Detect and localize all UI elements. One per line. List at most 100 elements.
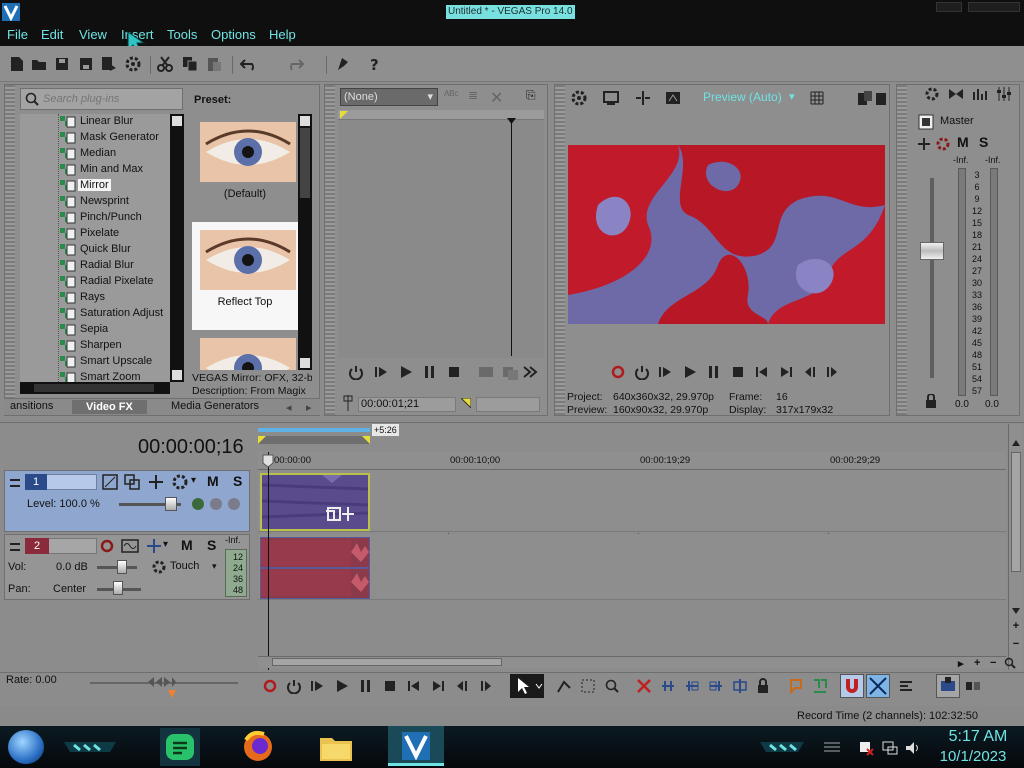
plugin-list-item[interactable]: Sharpen <box>20 338 170 354</box>
zoom-out-vertical-icon[interactable]: − <box>1010 638 1022 650</box>
next-frame-icon[interactable] <box>824 364 840 380</box>
taskbar-app-vegas-icon[interactable] <box>388 726 444 766</box>
scroll-right-icon[interactable]: ▸ <box>958 657 964 670</box>
vscroll-thumb[interactable] <box>1011 452 1021 572</box>
video-track-header[interactable]: 1 ▾ M S Level: 100.0 % <box>4 470 250 532</box>
selection-edit-tool-icon[interactable] <box>580 678 596 694</box>
play-from-start-icon[interactable] <box>658 364 674 380</box>
render-as-icon[interactable] <box>100 55 118 73</box>
preset-item-next[interactable] <box>192 330 298 370</box>
zoom-tool-icon[interactable] <box>1004 657 1016 669</box>
play-icon[interactable] <box>334 678 350 694</box>
taskbar-app-notes-icon[interactable] <box>160 728 200 766</box>
automation-mode[interactable]: Touch <box>170 560 199 572</box>
start-menu-button[interactable] <box>8 730 44 764</box>
panel-grip[interactable] <box>897 85 907 415</box>
volume-slider-thumb[interactable] <box>117 560 127 574</box>
go-to-end-icon[interactable] <box>778 364 794 380</box>
scroll-down-icon[interactable] <box>1011 606 1021 616</box>
taskbar-clock-date[interactable]: 10/1/2023 <box>930 748 1016 765</box>
plugin-list-item[interactable]: Newsprint <box>20 194 170 210</box>
rate-slider-thumb[interactable] <box>146 676 178 700</box>
master-properties-gear-icon[interactable] <box>924 86 940 102</box>
volume-icon[interactable] <box>904 740 922 756</box>
redo-icon[interactable] <box>286 55 304 73</box>
chevron-down-icon[interactable]: ▾ <box>163 539 168 550</box>
master-solo-button[interactable]: S <box>979 134 988 150</box>
event-pan-crop-icon[interactable] <box>326 505 358 523</box>
lock-envelopes-icon[interactable] <box>936 674 960 698</box>
copy-snapshot-icon[interactable] <box>856 89 874 107</box>
stop-icon[interactable] <box>382 678 398 694</box>
tab-media-generators[interactable]: Media Generators <box>171 400 259 412</box>
enable-snapping-icon[interactable] <box>334 55 352 73</box>
compositing-mode-icon[interactable] <box>123 473 141 491</box>
envelope-edit-tool-icon[interactable] <box>556 678 572 694</box>
chevron-down-icon[interactable]: ▾ <box>191 475 196 486</box>
plugin-list-item[interactable]: Linear Blur <box>20 114 170 130</box>
arm-for-record-icon[interactable] <box>99 538 115 554</box>
track1-mute-button[interactable]: M <box>207 473 219 489</box>
pause-icon[interactable] <box>706 364 722 380</box>
save-snapshot-icon[interactable] <box>876 89 886 107</box>
menu-edit[interactable]: Edit <box>41 27 63 42</box>
timeline-ruler[interactable]: 00:00:00 00:00:10;00 00:00:19;29 00:00:2… <box>258 452 1006 470</box>
audio-event-clip[interactable] <box>260 537 370 599</box>
show-desktop-icon[interactable] <box>822 740 842 754</box>
minimize-button[interactable] <box>936 2 962 12</box>
preset-scrollbar[interactable] <box>298 114 312 370</box>
plugin-list-item[interactable]: Pixelate <box>20 226 170 242</box>
in-marker-icon[interactable] <box>340 111 348 119</box>
save-as-icon[interactable] <box>77 55 95 73</box>
zoom-out-icon[interactable]: − <box>990 657 996 669</box>
lock-event-icon[interactable] <box>756 678 770 694</box>
stop-icon[interactable] <box>730 364 746 380</box>
panel-grip[interactable] <box>555 85 565 415</box>
split-icon[interactable] <box>732 678 748 694</box>
delete-icon[interactable]: ✕ <box>490 88 503 108</box>
previous-frame-icon[interactable] <box>802 364 818 380</box>
paste-icon[interactable] <box>205 55 223 73</box>
network-icon[interactable] <box>882 740 898 756</box>
window-controls[interactable] <box>968 2 1020 12</box>
menu-help[interactable]: Help <box>269 27 296 42</box>
trim-end-icon[interactable] <box>708 678 724 694</box>
new-file-icon[interactable] <box>8 55 26 73</box>
plugin-list-item[interactable]: Smart Zoom <box>20 370 170 382</box>
plugin-list-item[interactable]: Quick Blur <box>20 242 170 258</box>
split-screen-icon[interactable] <box>634 89 652 107</box>
scroll-thumb[interactable] <box>300 128 310 198</box>
play-from-start-icon[interactable] <box>374 364 390 380</box>
loop-playback-icon[interactable] <box>286 678 302 694</box>
delete-event-icon[interactable] <box>636 678 652 694</box>
tab-transitions[interactable]: ansitions <box>10 400 53 412</box>
preset-item-reflect-top[interactable]: Reflect Top <box>192 222 298 330</box>
play-icon[interactable] <box>398 364 414 380</box>
notification-flag-icon[interactable] <box>858 740 874 756</box>
plugin-list-item[interactable]: Radial Pixelate <box>20 274 170 290</box>
search-plugins-box[interactable] <box>20 88 183 110</box>
master-fader-knob[interactable] <box>920 242 944 260</box>
plugin-list-item[interactable]: Radial Blur <box>20 258 170 274</box>
chevron-down-icon[interactable]: ▾ <box>212 561 217 572</box>
plugin-list-item[interactable]: Min and Max <box>20 162 170 178</box>
plugin-list-item[interactable]: Sepia <box>20 322 170 338</box>
copy-icon[interactable] <box>181 55 199 73</box>
open-folder-icon[interactable] <box>30 55 48 73</box>
chevron-down-icon[interactable]: ▾ <box>789 90 795 103</box>
plugin-list-item[interactable]: Mirror <box>20 178 170 194</box>
undo-icon[interactable] <box>240 55 258 73</box>
properties-gear-icon[interactable] <box>124 55 142 73</box>
trimmer-overwrite-icon[interactable] <box>502 364 518 380</box>
zoom-in-vertical-icon[interactable]: + <box>1010 620 1022 632</box>
menu-file[interactable]: File <box>7 27 28 42</box>
track2-mute-button[interactable]: M <box>181 537 193 553</box>
normal-edit-tool-icon[interactable] <box>510 674 544 698</box>
external-monitor-icon[interactable] <box>602 89 620 107</box>
insert-region-icon[interactable] <box>812 678 828 694</box>
zoom-edit-tool-icon[interactable] <box>604 678 620 694</box>
insert-marker-icon[interactable] <box>788 678 804 694</box>
lock-icon[interactable] <box>925 394 937 408</box>
mixer-faders-icon[interactable] <box>996 86 1012 102</box>
play-icon[interactable] <box>682 364 698 380</box>
